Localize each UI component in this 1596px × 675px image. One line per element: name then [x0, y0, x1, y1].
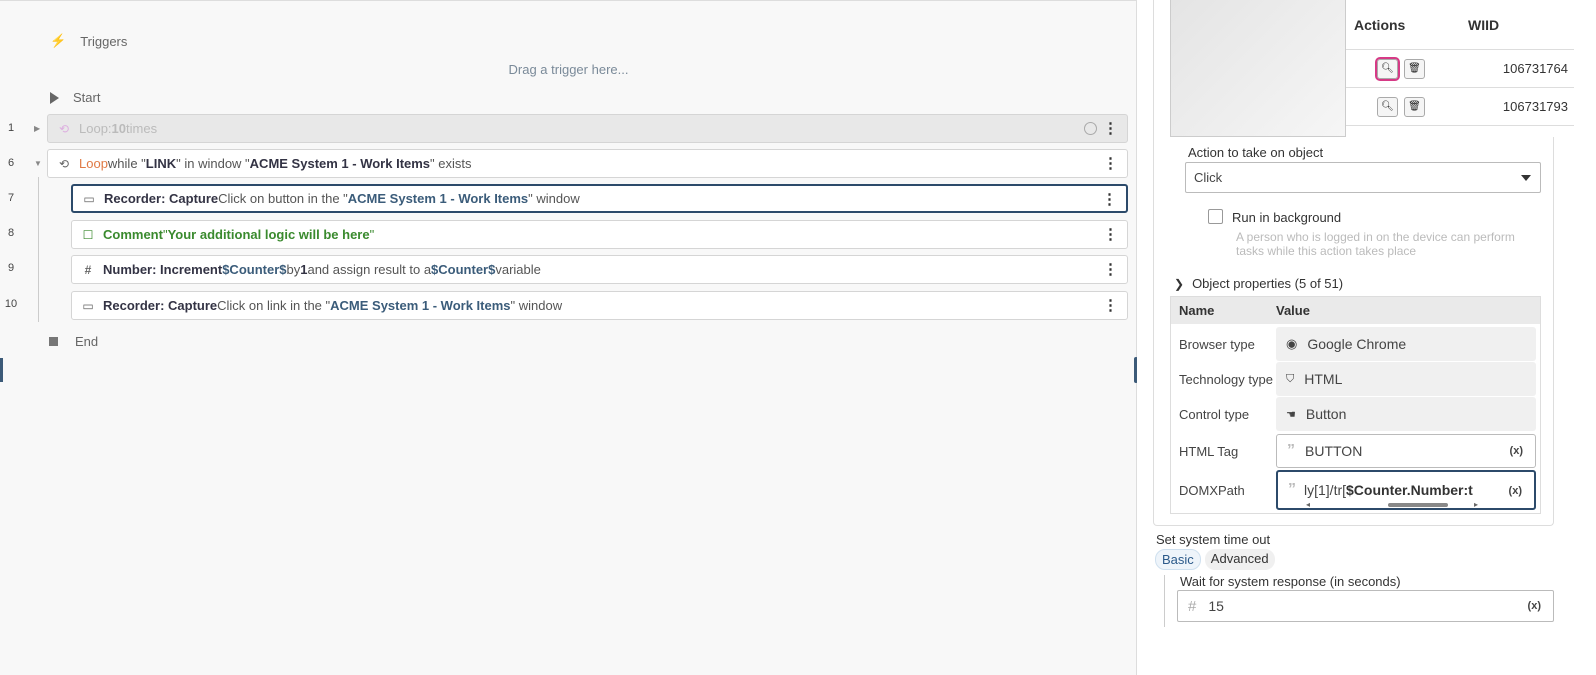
object-preview: Actions WIID 🔍︎ 🗑︎ 106731764 🔍︎ 🗑︎ 10673…: [1170, 0, 1574, 137]
work-items-table: Actions WIID 🔍︎ 🗑︎ 106731764 🔍︎ 🗑︎ 10673…: [1345, 0, 1574, 137]
triggers-section[interactable]: ⚡ Triggers: [50, 33, 127, 49]
table-header: Actions WIID: [1346, 0, 1574, 50]
step-comment[interactable]: ☐ Comment " Your additional logic will be…: [71, 220, 1128, 249]
prop-row-control-type: Control type ☚ Button: [1171, 397, 1540, 431]
run-in-background-checkbox[interactable]: [1208, 209, 1223, 224]
more-options-icon[interactable]: ⋮: [1103, 156, 1118, 171]
start-node: Start: [50, 90, 100, 105]
start-label: Start: [73, 90, 101, 105]
video-camera-icon: ▭: [83, 191, 95, 206]
trash-icon[interactable]: 🗑︎: [1404, 96, 1425, 117]
hash-icon: #: [84, 262, 92, 277]
triggers-label: Triggers: [80, 33, 128, 49]
prop-value: ☚ Button: [1276, 397, 1536, 431]
search-icon[interactable]: 🔍︎: [1375, 56, 1400, 81]
domxpath-input[interactable]: ” ly[1]/tr[$Counter.Number:t (x) ◂ ▸: [1276, 470, 1536, 510]
pointer-icon: ☚: [1286, 408, 1296, 421]
indent-line: [1164, 575, 1168, 627]
html-tag-input[interactable]: ” BUTTON (x): [1276, 434, 1536, 468]
loop-icon: ⟲: [58, 121, 70, 136]
scroll-left-icon[interactable]: ◂: [1306, 500, 1310, 509]
collapse-caret-icon[interactable]: ▼: [34, 159, 42, 168]
more-options-icon[interactable]: ⋮: [1103, 227, 1118, 242]
disabled-icon: [1084, 122, 1097, 135]
quote-icon: ”: [1288, 481, 1296, 498]
prop-value: ⛉ HTML: [1276, 362, 1536, 396]
insert-variable-button[interactable]: (x): [1509, 485, 1522, 497]
run-in-background-hint: A person who is logged in on the device …: [1236, 230, 1515, 258]
line-number: 6: [7, 157, 15, 169]
tab-basic[interactable]: Basic: [1155, 549, 1201, 570]
more-options-icon[interactable]: ⋮: [1103, 298, 1118, 313]
action-label: Action to take on object: [1188, 145, 1324, 160]
timeout-tabs: Basic Advanced: [1155, 549, 1275, 570]
table-row: 🔍︎ 🗑︎ 106731764: [1346, 50, 1574, 88]
insert-variable-button[interactable]: (x): [1510, 445, 1523, 457]
step-recorder-capture-link[interactable]: ▭ Recorder: Capture Click on link in the…: [71, 291, 1128, 320]
line-number: 10: [4, 298, 18, 310]
loop-icon: ⟲: [58, 156, 70, 171]
stop-icon: [49, 337, 58, 346]
line-number: 9: [7, 262, 15, 274]
trash-icon[interactable]: 🗑︎: [1404, 58, 1425, 79]
step-recorder-capture-button[interactable]: ▭ Recorder: Capture Click on button in t…: [71, 184, 1128, 213]
step-number-increment[interactable]: # Number: Increment $Counter$ by 1 and a…: [71, 255, 1128, 284]
scroll-right-icon[interactable]: ▸: [1474, 500, 1478, 509]
end-node: End: [49, 334, 98, 349]
more-options-icon[interactable]: ⋮: [1103, 121, 1118, 136]
quote-icon: ”: [1287, 442, 1295, 459]
action-select[interactable]: Click: [1185, 162, 1541, 193]
tab-advanced[interactable]: Advanced: [1204, 549, 1275, 570]
properties-panel: Actions WIID 🔍︎ 🗑︎ 106731764 🔍︎ 🗑︎ 10673…: [1137, 0, 1596, 675]
comment-icon: ☐: [82, 227, 94, 242]
insert-variable-button[interactable]: (x): [1528, 600, 1541, 612]
video-camera-icon: ▭: [82, 298, 94, 313]
run-in-background-label: Run in background: [1232, 210, 1342, 225]
drag-trigger-hint[interactable]: Drag a trigger here...: [0, 62, 1137, 77]
wait-seconds-input[interactable]: # 15 (x): [1177, 590, 1554, 622]
play-icon: [50, 91, 59, 104]
object-properties-toggle[interactable]: ❯ Object properties (5 of 51): [1174, 276, 1343, 291]
step-loop-while[interactable]: ⟲ Loop while " LINK " in window " ACME Syst…: [47, 149, 1128, 178]
prop-row-technology-type: Technology type ⛉ HTML: [1171, 362, 1540, 396]
line-number: 7: [7, 192, 15, 204]
prop-row-browser-type: Browser type ◉ Google Chrome: [1171, 327, 1540, 361]
prop-value: ◉ Google Chrome: [1276, 327, 1536, 361]
left-edge-marker: [0, 358, 3, 382]
chrome-icon: ◉: [1286, 336, 1298, 351]
object-properties-table: Name Value Browser type ◉ Google Chrome …: [1170, 296, 1541, 514]
line-number: 8: [7, 227, 15, 239]
step-loop-times[interactable]: ⟲ Loop : 10 times ⋮: [47, 114, 1128, 143]
more-options-icon[interactable]: ⋮: [1103, 262, 1118, 277]
timeout-label: Set system time out: [1156, 532, 1271, 547]
line-number: 1: [7, 122, 15, 134]
wait-label: Wait for system response (in seconds): [1180, 574, 1401, 589]
table-row: 🔍︎ 🗑︎ 106731793: [1346, 88, 1574, 126]
expand-caret-icon[interactable]: ▶: [34, 124, 40, 133]
horizontal-scrollbar[interactable]: [1388, 503, 1448, 507]
search-icon[interactable]: 🔍︎: [1377, 96, 1398, 117]
prop-row-domxpath: DOMXPath ” ly[1]/tr[$Counter.Number:t (x…: [1171, 470, 1540, 510]
html5-icon: ⛉: [1286, 372, 1295, 385]
lightning-icon: ⚡: [50, 33, 67, 48]
flow-canvas: ⚡ Triggers Drag a trigger here... Start …: [0, 0, 1137, 675]
chevron-down-icon: [1521, 175, 1531, 181]
table-header: Name Value: [1171, 297, 1540, 324]
chevron-right-icon: ❯: [1174, 276, 1185, 291]
end-label: End: [75, 334, 99, 349]
loop-bracket-line: [38, 177, 39, 322]
hash-icon: #: [1188, 597, 1197, 615]
prop-row-html-tag: HTML Tag ” BUTTON (x): [1171, 434, 1540, 468]
more-options-icon[interactable]: ⋮: [1102, 192, 1117, 207]
